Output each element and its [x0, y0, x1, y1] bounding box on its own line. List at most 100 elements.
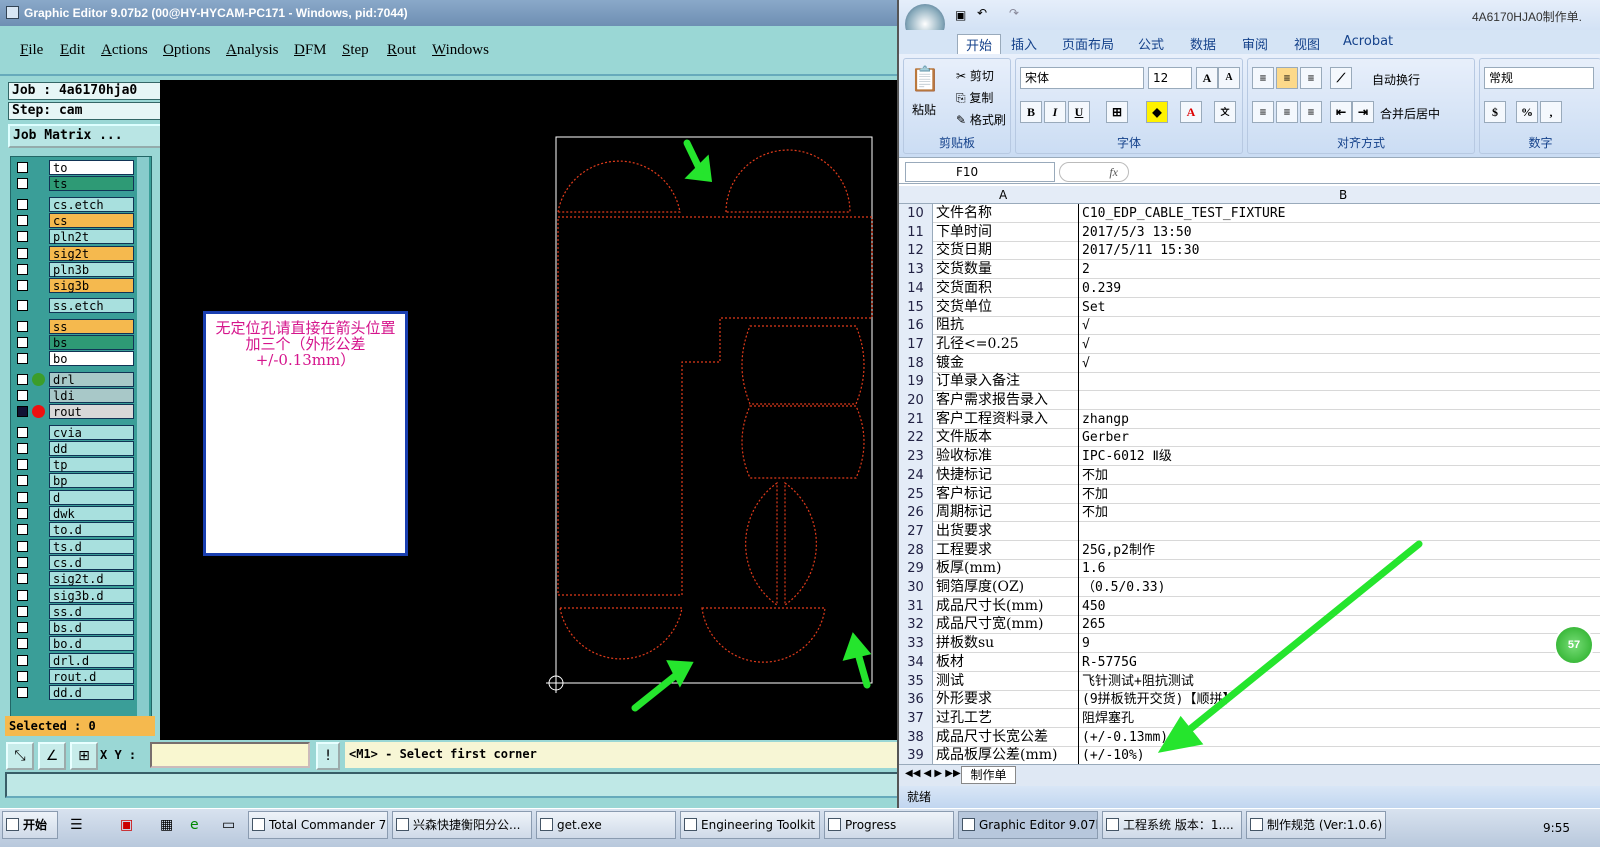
column-b-header[interactable]: B — [1339, 188, 1347, 202]
layer-row[interactable]: to.d — [14, 522, 134, 538]
tab-review[interactable]: 审阅 — [1242, 34, 1268, 53]
layer-checkbox[interactable] — [17, 687, 28, 699]
table-row[interactable]: 33 拼板数su 9 — [899, 634, 1600, 654]
layer-checkbox[interactable] — [17, 406, 28, 418]
layer-name[interactable]: bo — [49, 351, 134, 367]
cell-a[interactable]: 成品尺寸宽(mm) — [934, 615, 1079, 635]
table-row[interactable]: 36 外形要求 (9拼板铣开交货)【顺拼】 — [899, 690, 1600, 710]
cell-a[interactable]: 测试 — [934, 671, 1079, 691]
table-row[interactable]: 18 镀金 √ — [899, 353, 1600, 373]
bold-icon[interactable]: B — [1020, 101, 1042, 123]
row-number[interactable]: 14 — [899, 278, 933, 298]
cell-a[interactable]: 板材 — [934, 652, 1079, 672]
layer-name[interactable]: cs.d — [49, 554, 134, 570]
layer-row[interactable]: d — [14, 489, 134, 505]
cell-b[interactable]: 2017/5/11 15:30 — [1080, 241, 1600, 260]
layer-row[interactable]: bo — [14, 351, 134, 367]
layer-row[interactable]: drl — [14, 371, 134, 387]
layer-checkbox[interactable] — [17, 508, 28, 519]
layer-name[interactable]: ldi — [49, 387, 134, 403]
align-center-icon[interactable]: ≡ — [1276, 101, 1298, 123]
layer-name[interactable]: dd.d — [49, 685, 134, 701]
layer-checkbox[interactable] — [17, 320, 28, 332]
table-row[interactable]: 13 交货数量 2 — [899, 260, 1600, 280]
cell-a[interactable]: 交货面积 — [934, 278, 1079, 298]
row-number[interactable]: 28 — [899, 540, 933, 560]
font-size-select[interactable]: 12 — [1148, 67, 1192, 89]
row-number[interactable]: 23 — [899, 447, 933, 467]
layer-checkbox[interactable] — [17, 475, 28, 487]
table-row[interactable]: 23 验收标准 IPC-6012 Ⅱ级 — [899, 447, 1600, 467]
cell-a[interactable]: 工程要求 — [934, 540, 1079, 560]
layer-row[interactable]: sig3b.d — [14, 587, 134, 603]
row-number[interactable]: 32 — [899, 615, 933, 635]
layer-name[interactable]: dd — [49, 440, 134, 456]
layer-name[interactable]: bs — [49, 335, 134, 350]
layer-checkbox[interactable] — [17, 280, 28, 292]
quicklaunch-icon[interactable]: ☰ — [70, 817, 83, 833]
cell-a[interactable]: 成品尺寸长(mm) — [934, 596, 1079, 616]
layer-row[interactable]: cs — [14, 212, 134, 228]
layer-checkbox[interactable] — [17, 247, 28, 259]
layer-checkbox[interactable] — [17, 622, 28, 634]
row-number[interactable]: 11 — [899, 222, 933, 242]
row-number[interactable]: 39 — [899, 746, 933, 764]
table-row[interactable]: 16 阻抗 √ — [899, 316, 1600, 336]
menu-actions[interactable]: Actions — [101, 42, 148, 59]
menu-rout[interactable]: Rout — [387, 42, 416, 59]
layer-checkbox[interactable] — [17, 373, 28, 385]
cell-a[interactable]: 外形要求 — [934, 690, 1079, 710]
table-row[interactable]: 25 客户标记 不加 — [899, 484, 1600, 504]
row-number[interactable]: 31 — [899, 596, 933, 616]
menu-step[interactable]: Step — [342, 42, 369, 59]
layer-name[interactable]: pln2t — [49, 229, 134, 245]
undo-icon[interactable]: ↶ — [977, 6, 987, 20]
start-button[interactable]: 开始 — [2, 811, 58, 839]
layer-name[interactable]: rout.d — [49, 669, 134, 684]
decrease-indent-icon[interactable]: ⇤ — [1330, 101, 1352, 123]
taskbar-item[interactable]: Progress — [824, 811, 954, 839]
layer-row[interactable]: ss — [14, 318, 134, 334]
row-number[interactable]: 13 — [899, 260, 933, 280]
cell-a[interactable]: 下单时间 — [934, 222, 1079, 242]
sheet-tab[interactable]: 制作单 — [961, 766, 1016, 784]
layer-checkbox[interactable] — [17, 556, 28, 568]
italic-icon[interactable]: I — [1044, 101, 1066, 123]
layer-checkbox[interactable] — [17, 540, 28, 552]
layer-name[interactable]: tp — [49, 457, 134, 473]
percent-icon[interactable]: % — [1516, 101, 1538, 123]
font-name-select[interactable]: 宋体 — [1020, 67, 1144, 89]
cell-b[interactable]: 0.239 — [1080, 279, 1600, 298]
layer-checkbox[interactable] — [17, 459, 28, 471]
job-matrix-button[interactable]: Job Matrix ... — [8, 124, 162, 148]
cell-b[interactable]: 25G,p2制作 — [1080, 541, 1600, 560]
layer-name[interactable]: sig3b.d — [49, 587, 134, 603]
layer-name[interactable]: drl.d — [49, 652, 134, 668]
row-number[interactable]: 27 — [899, 521, 933, 541]
row-number[interactable]: 12 — [899, 241, 933, 261]
measure-tool-icon[interactable]: ∠ — [38, 742, 66, 770]
table-row[interactable]: 28 工程要求 25G,p2制作 — [899, 540, 1600, 560]
pdf-icon[interactable]: ▣ — [120, 817, 133, 833]
cell-a[interactable]: 客户标记 — [934, 484, 1079, 504]
row-number[interactable]: 29 — [899, 559, 933, 579]
row-number[interactable]: 21 — [899, 409, 933, 429]
row-number[interactable]: 19 — [899, 372, 933, 392]
layer-checkbox[interactable] — [17, 353, 28, 365]
calculator-icon[interactable]: ▦ — [160, 817, 173, 833]
layer-row[interactable]: dd.d — [14, 685, 134, 701]
layer-checkbox[interactable] — [17, 300, 28, 312]
grid-tool-icon[interactable]: ⊞ — [70, 742, 98, 770]
layer-name[interactable]: to — [49, 160, 134, 175]
layer-name[interactable]: sig2t — [49, 245, 134, 261]
cell-b[interactable] — [1080, 372, 1600, 391]
paste-button[interactable]: 粘贴 — [912, 101, 936, 118]
layer-row[interactable]: bs.d — [14, 620, 134, 636]
layer-row[interactable]: sig3b — [14, 278, 134, 294]
layer-checkbox[interactable] — [17, 491, 28, 503]
number-format-select[interactable]: 常规 — [1484, 67, 1594, 89]
xy-input[interactable] — [150, 742, 310, 768]
layer-name[interactable]: cs — [49, 212, 134, 228]
layer-checkbox[interactable] — [17, 605, 28, 617]
layer-checkbox[interactable] — [17, 178, 28, 190]
